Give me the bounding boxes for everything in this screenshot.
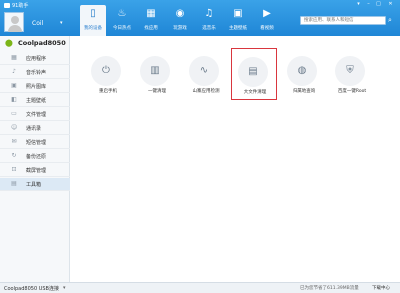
gamepad-icon: ◉ <box>175 8 185 19</box>
maximize-icon[interactable]: □ <box>374 1 383 7</box>
flame-icon: ♨ <box>117 8 127 19</box>
trash-icon: ▥ <box>150 65 160 76</box>
apps-icon: ▦ <box>11 54 17 61</box>
file-clean-icon: ▤ <box>248 66 258 77</box>
user-avatar[interactable] <box>4 12 24 32</box>
pulse-icon: ∿ <box>199 65 209 76</box>
tab-find-apps[interactable]: ▦ 找应用 <box>138 5 164 36</box>
tab-music[interactable]: ♫ 选音乐 <box>196 5 222 36</box>
search-input[interactable] <box>300 16 386 25</box>
skin-icon[interactable]: ▾ <box>354 1 363 7</box>
minimize-icon[interactable]: – <box>364 1 373 7</box>
folder-icon: ▭ <box>11 110 17 117</box>
android-icon: ⬤ <box>5 39 13 47</box>
close-icon[interactable]: ✕ <box>386 1 395 7</box>
power-icon: ⏻ <box>102 65 110 76</box>
sidebar-item-screenshots[interactable]: ⊡ 截屏管理 <box>0 164 70 177</box>
sidebar-item-backup[interactable]: ↻ 备份还原 <box>0 150 70 163</box>
sidebar-item-sms[interactable]: ✉ 短信管理 <box>0 136 70 149</box>
app-title: 91助手 <box>12 3 29 9</box>
sms-icon: ✉ <box>11 138 17 145</box>
tool-circle: ▥ <box>140 56 170 86</box>
data-saved-text: 已为您节省了611.39MB流量 <box>300 286 359 291</box>
tool-circle: ◍ <box>287 56 317 86</box>
phone-icon: ▯ <box>90 8 96 19</box>
download-center-button[interactable]: 下载中心 <box>372 285 390 291</box>
sidebar-item-files[interactable]: ▭ 文件管理 <box>0 108 70 121</box>
picture-icon: ▣ <box>233 8 243 19</box>
tool-large-file-clean[interactable]: ▤ 大文件清理 <box>231 48 277 100</box>
video-icon: ▶ <box>263 8 271 19</box>
status-bar: Coolpad8050 USB连接 ▾ 已为您节省了611.39MB流量 下载中… <box>0 282 400 293</box>
device-header: ⬤ Coolpad8050 <box>0 36 70 50</box>
tab-wallpaper[interactable]: ▣ 主题壁纸 <box>225 5 251 36</box>
tool-fake-app-check[interactable]: ∿ 山寨应用检测 <box>183 48 229 100</box>
globe-icon: ◍ <box>297 65 307 76</box>
screenshot-icon: ⊡ <box>11 166 17 173</box>
chevron-down-icon[interactable]: ▾ <box>63 285 66 291</box>
toolbox-panel: ⏻ 重启手机 ▥ 一键清理 ∿ 山寨应用检测 ▤ 大文件清理 ◍ 归属地查询 ⛨… <box>71 36 400 282</box>
sidebar: ⬤ Coolpad8050 ▦ 应用程序 ♪ 音乐铃声 ▣ 照片图库 ◧ 主题壁… <box>0 36 70 282</box>
search-icon[interactable]: ⌕ <box>388 16 392 25</box>
toolbox-icon: ▤ <box>11 180 17 187</box>
tab-games[interactable]: ◉ 玩游戏 <box>167 5 193 36</box>
tool-circle: ∿ <box>189 56 219 86</box>
photo-icon: ▣ <box>11 82 17 89</box>
music-note-icon: ♫ <box>204 8 214 19</box>
chevron-down-icon[interactable]: ▾ <box>60 20 63 26</box>
tool-one-key-clean[interactable]: ▥ 一键清理 <box>134 48 180 100</box>
sidebar-item-contacts[interactable]: ☺ 通讯录 <box>0 122 70 135</box>
sidebar-item-apps[interactable]: ▦ 应用程序 <box>0 52 70 65</box>
tool-circle: ▤ <box>238 57 268 87</box>
tab-my-device[interactable]: ▯ 我的设备 <box>80 5 106 36</box>
sidebar-item-toolbox[interactable]: ▤ 工具箱 <box>0 178 70 191</box>
tool-circle: ⛨ <box>335 56 365 86</box>
tab-hot-today[interactable]: ♨ 今日热点 <box>109 5 135 36</box>
music-icon: ♪ <box>12 68 16 75</box>
tool-location-lookup[interactable]: ◍ 归属地查询 <box>281 48 327 100</box>
sidebar-item-photos[interactable]: ▣ 照片图库 <box>0 80 70 93</box>
sidebar-item-themes[interactable]: ◧ 主题壁纸 <box>0 94 70 107</box>
device-name: Coolpad8050 <box>18 39 66 47</box>
tool-reboot[interactable]: ⏻ 重启手机 <box>85 48 131 100</box>
top-header: 91助手 Coil ▾ ▯ 我的设备 ♨ 今日热点 ▦ 找应用 ◉ 玩游戏 ♫ … <box>0 0 400 36</box>
username[interactable]: Coil <box>32 20 43 27</box>
contacts-icon: ☺ <box>11 124 18 131</box>
backup-icon: ↻ <box>11 152 17 159</box>
tool-baidu-root[interactable]: ⛨ 百度一键Root <box>329 48 375 100</box>
grid-icon: ▦ <box>146 8 156 19</box>
sidebar-item-music[interactable]: ♪ 音乐铃声 <box>0 66 70 79</box>
app-logo-icon <box>4 3 10 8</box>
theme-icon: ◧ <box>11 96 17 103</box>
shield-icon: ⛨ <box>346 65 354 76</box>
connection-status[interactable]: Coolpad8050 USB连接 <box>4 285 59 292</box>
tool-circle: ⏻ <box>91 56 121 86</box>
tab-video[interactable]: ▶ 看视频 <box>254 5 280 36</box>
